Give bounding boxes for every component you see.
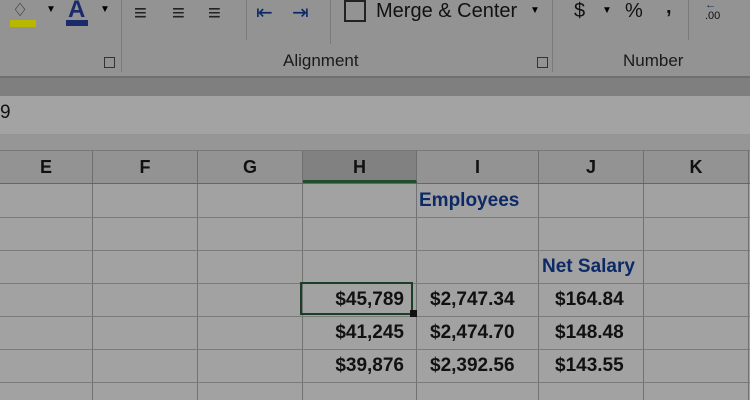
separator xyxy=(121,0,122,72)
column-headers: E F G H I J K xyxy=(0,151,750,184)
cell-employees-title[interactable]: Employees xyxy=(419,184,519,217)
separator xyxy=(552,0,553,72)
group-label-alignment: Alignment xyxy=(283,51,359,70)
fill-color-bar xyxy=(10,20,36,27)
column-header-f[interactable]: F xyxy=(93,151,198,183)
divider xyxy=(0,134,750,151)
cell-j5[interactable]: $148.48 xyxy=(555,316,624,349)
comma-style-button[interactable]: , xyxy=(666,0,672,19)
cell-i6[interactable]: $2,392.56 xyxy=(430,349,515,382)
column-header-g[interactable]: G xyxy=(198,151,303,183)
column-header-h[interactable]: H xyxy=(303,151,417,183)
dialog-launcher-icon[interactable] xyxy=(104,57,115,68)
merge-icon xyxy=(344,0,366,22)
merge-center-button[interactable]: Merge & Center ▼ xyxy=(342,0,542,30)
cell-j4[interactable]: $164.84 xyxy=(555,283,624,316)
align-left-button[interactable]: ≡ xyxy=(134,0,147,26)
separator xyxy=(246,0,247,40)
cell-j6[interactable]: $143.55 xyxy=(555,349,624,382)
decrease-indent-button[interactable]: ⇤ xyxy=(256,0,273,25)
cell-i5[interactable]: $2,474.70 xyxy=(430,316,515,349)
cell-net-salary-header[interactable]: Net Salary xyxy=(542,250,635,283)
name-box[interactable]: 9 xyxy=(0,102,11,124)
group-label-number: Number xyxy=(623,51,684,70)
chevron-down-icon: ▼ xyxy=(530,5,540,16)
separator xyxy=(330,0,331,44)
increase-decimal-button[interactable]: ← .00 xyxy=(705,0,720,22)
align-right-button[interactable]: ≡ xyxy=(208,0,221,26)
cell-h6[interactable]: $39,876 xyxy=(302,349,416,382)
chevron-down-icon: ▼ xyxy=(100,4,110,15)
merge-center-label: Merge & Center xyxy=(376,0,518,22)
column-header-e[interactable]: E xyxy=(0,151,93,183)
increase-indent-button[interactable]: ⇥ xyxy=(292,0,309,25)
chevron-down-icon: ▼ xyxy=(46,4,56,15)
active-cell-selection xyxy=(300,282,413,315)
separator xyxy=(688,0,689,40)
column-header-i[interactable]: I xyxy=(417,151,539,183)
cell-h5[interactable]: $41,245 xyxy=(302,316,416,349)
cell-i4[interactable]: $2,747.34 xyxy=(430,283,515,316)
font-color-bar xyxy=(66,20,88,26)
currency-button[interactable]: $ ▼ xyxy=(572,0,617,30)
formula-bar: 9 xyxy=(0,96,750,134)
ribbon-bottom-band xyxy=(0,76,750,98)
column-header-j[interactable]: J xyxy=(539,151,644,183)
dollar-icon: $ xyxy=(574,0,586,22)
chevron-down-icon: ▼ xyxy=(602,5,612,16)
column-header-k[interactable]: K xyxy=(644,151,749,183)
paint-bucket-icon: ♢ xyxy=(12,0,29,20)
decimal-label: .00 xyxy=(705,10,721,22)
dialog-launcher-icon[interactable] xyxy=(537,57,548,68)
percent-button[interactable]: % xyxy=(625,0,643,23)
fill-handle[interactable] xyxy=(410,310,417,317)
font-color-button[interactable]: A ▼ xyxy=(62,0,112,32)
align-center-button[interactable]: ≡ xyxy=(172,0,185,26)
fill-color-button[interactable]: ♢ ▼ xyxy=(8,0,58,32)
ribbon: ♢ ▼ A ▼ ≡ ≡ ≡ ⇤ ⇥ Merge & Center ▼ Align… xyxy=(0,0,750,76)
